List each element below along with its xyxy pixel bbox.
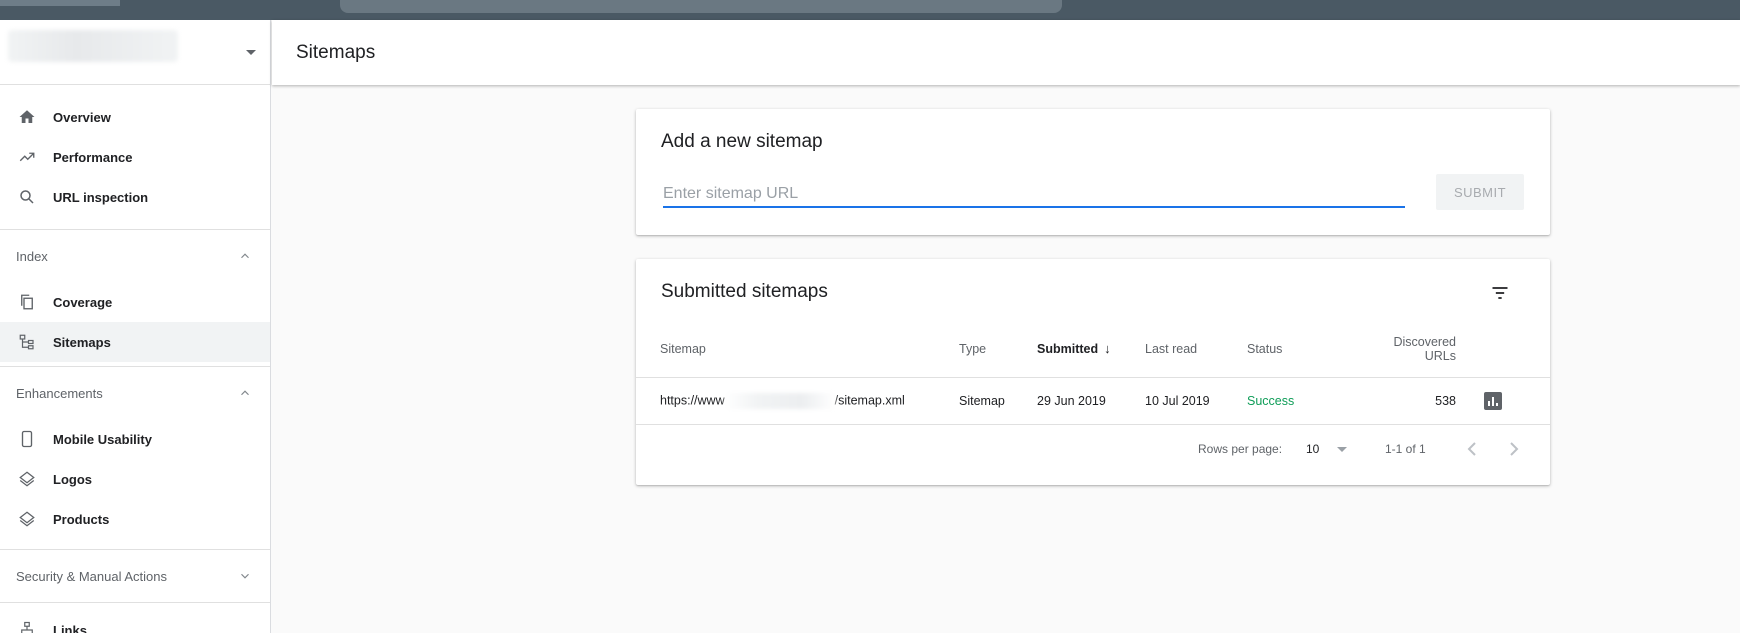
section-label: Index [16,248,48,264]
rows-per-page-caret-icon[interactable] [1337,447,1347,452]
discovered-urls-cell: 538 [1363,377,1456,425]
sitemap-url-cell: https://www/sitemap.xml [636,377,959,425]
bar-chart-icon[interactable] [1484,391,1502,410]
table-row[interactable]: https://www/sitemap.xml Sitemap 29 Jun 2… [636,377,1550,425]
card-title: Add a new sitemap [661,131,823,152]
chevron-up-icon [241,390,249,396]
rows-per-page-select[interactable]: 10 [1306,442,1319,456]
page-header: Sitemaps [272,20,1740,85]
card-title: Submitted sitemaps [661,281,828,302]
page-title: Sitemaps [296,42,376,63]
product-logo[interactable] [0,0,120,6]
sidebar-item-label: Logos [53,471,92,487]
search-icon [18,188,36,206]
sitemap-url-suffix: /sitemap.xml [834,392,905,407]
sitemap-icon [18,333,36,351]
chevron-left-icon[interactable] [1460,437,1484,461]
table-header-row: Sitemap Type Submitted ↓ Last read Status… [636,321,1550,378]
layers-icon [18,470,36,488]
sidebar-item-label: Coverage [53,294,113,310]
column-header-sorted[interactable]: Submitted ↓ [1037,321,1145,378]
table-pager: Rows per page: 10 1-1 of 1 [636,421,1550,477]
property-selector[interactable] [0,20,270,85]
sidebar-item-overview[interactable]: Overview [0,97,270,137]
sidebar-item-coverage[interactable]: Coverage [0,282,270,322]
status-cell: Success [1247,377,1363,425]
rows-per-page-label: Rows per page: [1198,442,1283,456]
column-header[interactable]: Status [1247,321,1363,378]
column-header[interactable]: Sitemap [636,321,959,378]
sidebar-item-mobile-usability[interactable]: Mobile Usability [0,419,270,459]
filter-button[interactable] [1484,277,1516,309]
trending-up-icon [18,148,36,166]
section-index[interactable]: Index [0,229,270,282]
section-security-manual-actions[interactable]: Security & Manual Actions [0,549,270,602]
sidebar-item-label: Products [53,511,110,527]
chevron-down-icon [241,573,249,579]
chevron-right-icon[interactable] [1502,437,1526,461]
sidebar-item-url-inspection[interactable]: URL inspection [0,177,270,217]
section-label: Enhancements [16,385,103,401]
section-label: Security & Manual Actions [16,568,168,584]
redacted-domain [724,392,835,409]
chevron-up-icon [241,253,249,259]
home-icon [18,108,36,126]
page-range: 1-1 of 1 [1385,442,1426,456]
report-cell [1456,377,1550,425]
sidebar-item-links[interactable]: Links [0,610,270,633]
sitemap-url-prefix: https://www [660,392,725,407]
submitted-sitemaps-card: Submitted sitemaps Sitemap Type Submitte… [636,259,1550,485]
sort-arrow-down-icon: ↓ [1104,341,1111,357]
last-read-cell: 10 Jul 2019 [1145,377,1247,425]
copy-icon [18,293,36,311]
submitted-cell: 29 Jun 2019 [1037,377,1145,425]
sidebar-item-label: Sitemaps [53,334,111,350]
top-app-bar [0,0,1740,20]
sidebar-item-sitemaps[interactable]: Sitemaps [0,322,270,362]
sitemap-url-input[interactable] [663,182,1405,208]
column-header-label: Submitted [1037,342,1099,357]
search-bar[interactable] [340,0,1062,13]
sidebar-item-performance[interactable]: Performance [0,137,270,177]
type-cell: Sitemap [959,377,1037,425]
sidebar-item-label: Mobile Usability [53,431,152,447]
submit-button[interactable]: SUBMIT [1436,174,1524,210]
filter-icon [1492,287,1508,299]
column-header[interactable]: Type [959,321,1037,378]
sidebar-item-label: Overview [53,109,111,125]
sidebar-item-logos[interactable]: Logos [0,459,270,499]
column-header[interactable]: Last read [1145,321,1247,378]
links-icon [18,621,36,633]
sidebar-item-label: Performance [53,149,133,165]
sidebar: Overview Performance URL inspection Inde… [0,20,271,633]
phone-icon [18,430,36,448]
layers-icon [18,510,36,528]
column-header-actions [1456,321,1550,378]
sidebar-item-products[interactable]: Products [0,499,270,539]
sidebar-item-label: URL inspection [53,189,149,205]
section-enhancements[interactable]: Enhancements [0,366,270,419]
property-name-redacted [8,30,178,62]
add-sitemap-card: Add a new sitemap SUBMIT [636,109,1550,235]
sitemaps-table: Sitemap Type Submitted ↓ Last read Status… [636,321,1550,425]
sidebar-item-label: Links [53,622,87,633]
column-header[interactable]: Discovered URLs [1363,321,1456,378]
dropdown-caret-icon [246,50,256,55]
